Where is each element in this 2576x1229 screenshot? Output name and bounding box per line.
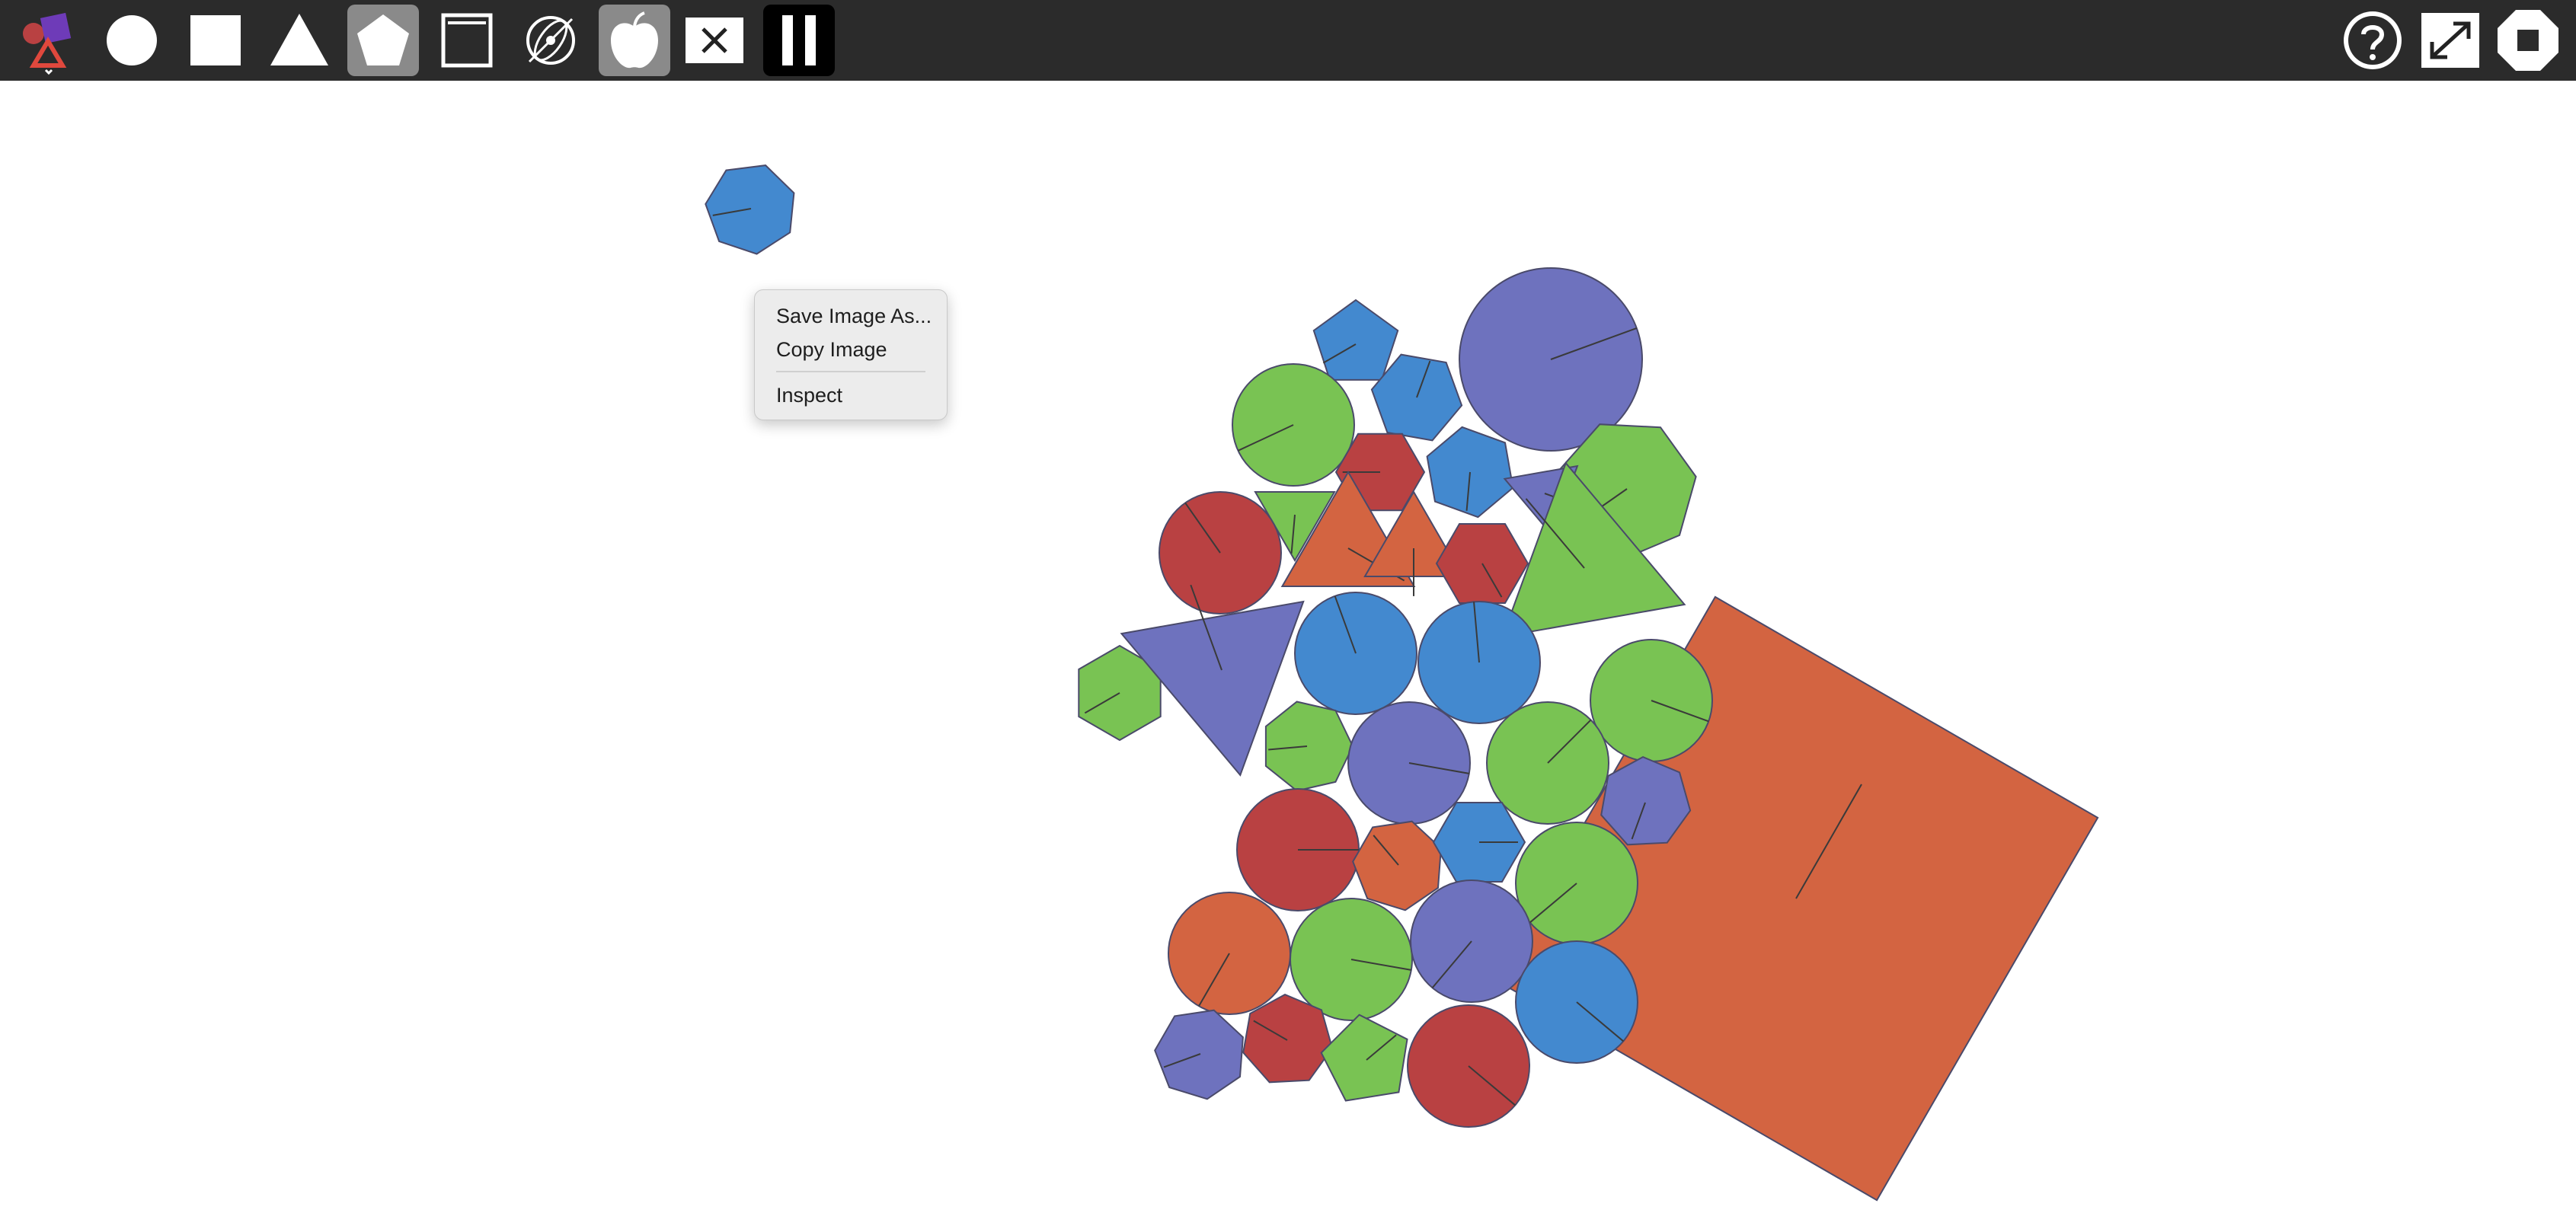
panel-tool-button[interactable] xyxy=(431,5,503,76)
triangle-tool-button[interactable] xyxy=(264,5,335,76)
app-logo-icon xyxy=(23,12,72,75)
physics-canvas[interactable] xyxy=(0,81,2576,1229)
copy-image-menu-item[interactable]: Copy Image xyxy=(755,333,947,366)
gyroscope-tool-button[interactable] xyxy=(515,5,586,76)
pause-button[interactable] xyxy=(763,5,835,76)
green-pentagon[interactable] xyxy=(1320,1014,1408,1102)
fullscreen-button[interactable] xyxy=(2415,5,2486,76)
help-icon xyxy=(2344,11,2402,69)
toolbar xyxy=(0,0,2576,81)
inspect-menu-item[interactable]: Inspect xyxy=(755,378,947,412)
gyroscope-icon xyxy=(526,16,575,65)
clear-icon xyxy=(686,18,743,63)
triangle-tool-icon xyxy=(270,14,328,65)
square-tool-button[interactable] xyxy=(180,5,251,76)
apple-gravity-icon xyxy=(611,11,658,69)
help-button[interactable] xyxy=(2337,5,2408,76)
app-logo-button[interactable] xyxy=(12,5,84,76)
circle-tool-button[interactable] xyxy=(96,5,168,76)
clear-button[interactable] xyxy=(679,5,750,76)
blue-pentagon[interactable] xyxy=(1312,298,1399,381)
pentagon-tool-icon xyxy=(357,14,409,65)
shapes-scene[interactable] xyxy=(0,81,2576,1229)
stop-icon xyxy=(2498,10,2558,71)
fullscreen-icon xyxy=(2421,13,2479,68)
menu-separator xyxy=(776,371,925,372)
pentagon-tool-button[interactable] xyxy=(347,5,419,76)
square-tool-icon xyxy=(190,15,241,65)
context-menu: Save Image As... Copy Image Inspect xyxy=(754,289,948,420)
circle-tool-icon xyxy=(107,15,157,65)
panel-tool-icon xyxy=(441,13,493,68)
stop-button[interactable] xyxy=(2492,5,2564,76)
gravity-tool-button[interactable] xyxy=(599,5,670,76)
green-heptagon[interactable] xyxy=(1264,701,1354,792)
save-image-as-menu-item[interactable]: Save Image As... xyxy=(755,299,947,333)
pause-icon xyxy=(782,15,816,65)
orange-heptagon[interactable] xyxy=(1352,820,1442,911)
